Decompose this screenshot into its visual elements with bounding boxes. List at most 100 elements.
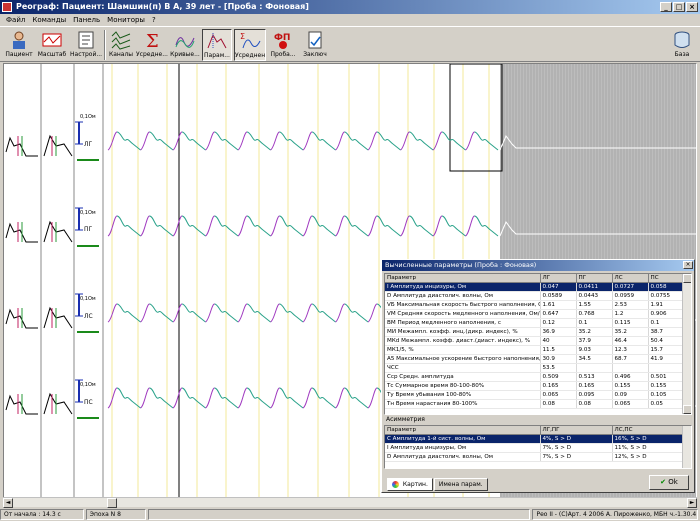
scale-button[interactable]: Масштаб	[36, 29, 68, 61]
pulse-wave-fall	[149, 215, 174, 237]
pulse-wave-fall	[116, 387, 141, 409]
menu-monitors[interactable]: Мониторы	[107, 14, 145, 26]
column-header[interactable]: ЛГ	[540, 274, 577, 283]
table-cell: 41.9	[648, 354, 685, 364]
scroll-down-arrow[interactable]	[683, 405, 691, 414]
table-cell: МК1/5, %	[385, 345, 541, 355]
asymmetry-row[interactable]: D Амплитуда диастолич. волны, Ом 7%, S > …	[385, 452, 685, 462]
column-header[interactable]: ПС	[648, 274, 685, 283]
params-row[interactable]: Тс Суммарное время 80-100-80% 0.165 0.165 0…	[385, 381, 685, 391]
maximize-button[interactable]: □	[673, 2, 685, 12]
pulse-wave-rise	[302, 131, 313, 151]
table-cell: 50.4	[648, 336, 685, 346]
menu-file[interactable]: Файл	[6, 14, 25, 26]
scale-icon	[41, 30, 63, 50]
averaging-button[interactable]: Σ Усредне...	[136, 29, 168, 61]
column-header[interactable]: Параметр	[385, 274, 541, 283]
pulse-wave-rise	[140, 215, 150, 237]
params-row[interactable]: VБ Максимальная скорость быстрого наполн…	[385, 300, 685, 310]
table-cell: 0.155	[648, 381, 685, 391]
settings-button[interactable]: Настрой...	[70, 29, 102, 61]
table-cell: 0.115	[612, 318, 649, 328]
mini-trace	[43, 220, 73, 243]
table-cell: 0.496	[612, 372, 649, 382]
column-header[interactable]: Параметр	[385, 426, 541, 435]
tab-picture[interactable]: Картин.	[387, 478, 433, 491]
table-cell: 30.9	[540, 354, 577, 364]
params-button[interactable]: Парам...	[202, 29, 232, 61]
params-row[interactable]: МК1/5, % 11.5 9.03 12.3 15.7	[385, 345, 685, 355]
column-header[interactable]: ЛГ,ПГ	[540, 426, 613, 435]
pulse-wave-rise	[140, 303, 150, 323]
pulse-wave-rise	[335, 303, 345, 323]
table-cell: 68.7	[612, 354, 649, 364]
column-header[interactable]: ЛС,ПС	[612, 426, 685, 435]
table-cell: 0.1	[648, 318, 685, 328]
table-cell: 0.0727	[612, 282, 649, 292]
params-row[interactable]: Ту Время убывания 100-80% 0.065 0.095 0.09 0…	[385, 390, 685, 400]
params-row[interactable]: ВМ Период медленного наполнения, с 0.12 0.…	[385, 318, 685, 328]
horizontal-scrollbar[interactable]: ◄ ►	[3, 497, 697, 508]
pulse-wave-rise	[205, 387, 215, 409]
table-cell: 0.768	[576, 309, 613, 319]
table-cell: 9.03	[576, 345, 613, 355]
pulse-wave-fall	[344, 303, 369, 323]
table-cell: 0.065	[612, 399, 649, 409]
asymmetry-table-scrollbar[interactable]	[682, 426, 691, 468]
probe-button[interactable]: ФП Проба...	[268, 29, 298, 61]
asymmetry-row[interactable]: С Амплитуда 1-й сист. волны, Ом 4%, S > D…	[385, 434, 685, 444]
params-row[interactable]: ЧСС 53.5	[385, 363, 685, 373]
table-cell: 36.9	[540, 327, 577, 337]
table-cell: Сср Средн. амплитуда	[385, 372, 541, 382]
menu-help[interactable]: ?	[152, 14, 156, 26]
params-row[interactable]: МКd Межампл. коэфф. диаст.(диаст. индекс…	[385, 336, 685, 346]
asymmetry-label: Асимметрия	[386, 416, 425, 423]
menu-bar: Файл Команды Панель Мониторы ?	[0, 14, 700, 26]
params-row[interactable]: Сср Средн. амплитуда 0.509 0.513 0.496 0.501	[385, 372, 685, 382]
tab-param-names[interactable]: Имена парам.	[433, 478, 488, 491]
table-cell: 0.0755	[648, 291, 685, 301]
params-row[interactable]: Тн Время нарастания 80-100% 0.08 0.08 0.065…	[385, 399, 685, 409]
averaged-button[interactable]: Σ Усреднен...	[234, 29, 266, 61]
sigma-icon: Σ	[141, 30, 163, 52]
ok-button[interactable]: ✔ Ok	[649, 475, 689, 490]
scroll-up-arrow[interactable]	[683, 274, 691, 283]
params-table: Параметр ЛГ ПГ ЛС ПС I Амплитуда инцизуры, О…	[384, 273, 692, 415]
params-table-scrollbar[interactable]	[682, 274, 691, 414]
scroll-left-arrow[interactable]: ◄	[3, 498, 13, 508]
scroll-right-arrow[interactable]: ►	[687, 498, 697, 508]
pulse-wave-fall	[181, 131, 206, 151]
channels-button[interactable]: Каналы	[108, 29, 134, 61]
scroll-thumb[interactable]	[107, 498, 117, 508]
pulse-wave-fall	[149, 303, 174, 323]
table-cell: 0.105	[648, 390, 685, 400]
pulse-wave-fall	[409, 215, 434, 237]
asymmetry-row[interactable]: I Амплитуда инцизуры, Ом 7%, S > D 11%, S …	[385, 443, 685, 453]
params-row[interactable]: А5 Максимальное ускорение быстрого напол…	[385, 354, 685, 364]
menu-commands[interactable]: Команды	[32, 14, 66, 26]
pulse-wave-rise	[205, 303, 215, 323]
column-header[interactable]: ЛС	[612, 274, 649, 283]
conclusion-button[interactable]: Заключ	[300, 29, 330, 61]
table-cell: 0.05	[648, 399, 685, 409]
table-cell: 0.0589	[540, 291, 577, 301]
params-row[interactable]: D Амплитуда диастолич. волны, Ом 0.0589 0.…	[385, 291, 685, 301]
table-cell: 0.165	[540, 381, 577, 391]
menu-panel[interactable]: Панель	[73, 14, 100, 26]
table-cell: 0.1	[576, 318, 613, 328]
table-cell: 12%, S > D	[612, 452, 685, 462]
params-row[interactable]: VM Средняя скорость медленного наполнени…	[385, 309, 685, 319]
table-cell: 16%, S > D	[612, 434, 685, 444]
params-row[interactable]: МИ Межампл. коэфф. инц.(дикр. индекс), %…	[385, 327, 685, 337]
params-row[interactable]: I Амплитуда инцизуры, Ом 0.047 0.0411 0.072…	[385, 282, 685, 292]
patient-button[interactable]: Пациент	[4, 29, 34, 61]
curves-button[interactable]: Кривые...	[170, 29, 200, 61]
close-button[interactable]: ×	[686, 2, 698, 12]
column-header[interactable]: ПГ	[576, 274, 613, 283]
curves-icon	[174, 30, 196, 50]
minimize-button[interactable]: _	[660, 2, 672, 12]
table-cell: 2.53	[612, 300, 649, 310]
dialog-close-button[interactable]: ×	[683, 261, 693, 269]
table-cell: 34.5	[576, 354, 613, 364]
database-button[interactable]: База	[668, 29, 696, 61]
